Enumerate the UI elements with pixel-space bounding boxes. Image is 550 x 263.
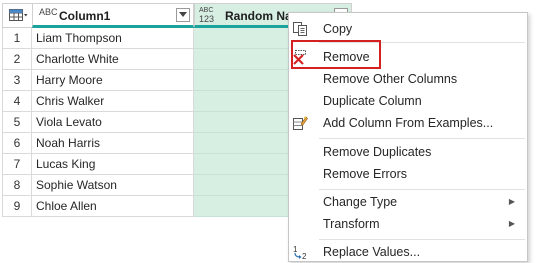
menu-label: Change Type	[323, 195, 398, 209]
menu-label: Copy	[323, 22, 353, 36]
menu-label: Add Column From Examples...	[323, 116, 494, 130]
any-type-icon[interactable]: ABC 123	[199, 7, 215, 24]
chevron-down-icon	[179, 12, 187, 17]
menu-label: Transform	[323, 217, 380, 231]
add-column-icon	[293, 116, 308, 130]
row-number[interactable]: 1	[2, 28, 32, 49]
table-options-button[interactable]	[2, 3, 32, 28]
cell-column1[interactable]: Chris Walker	[32, 91, 194, 112]
column-header-column1[interactable]: ABC Column1	[32, 3, 194, 28]
menu-label: Remove Duplicates	[323, 145, 432, 159]
menu-label: Duplicate Column	[323, 94, 422, 108]
menu-item-copy[interactable]: Copy	[289, 18, 527, 40]
column-title: Column1	[59, 9, 111, 23]
cell-column1[interactable]: Chloe Allen	[32, 196, 194, 217]
cell-column1[interactable]: Lucas King	[32, 154, 194, 175]
row-number[interactable]: 3	[2, 70, 32, 91]
menu-item-change-type[interactable]: Change Type ▶	[289, 191, 527, 213]
menu-label: Remove Other Columns	[323, 72, 458, 86]
row-number[interactable]: 9	[2, 196, 32, 217]
row-number[interactable]: 8	[2, 175, 32, 196]
menu-item-duplicate-column[interactable]: Duplicate Column	[289, 90, 527, 112]
menu-item-remove-errors[interactable]: Remove Errors	[289, 163, 527, 185]
cell-column1[interactable]: Harry Moore	[32, 70, 194, 91]
menu-item-remove-other-columns[interactable]: Remove Other Columns	[289, 68, 527, 90]
cell-column1[interactable]: Charlotte White	[32, 49, 194, 70]
submenu-arrow-icon: ▶	[508, 219, 515, 228]
menu-separator	[319, 138, 525, 139]
table-icon	[9, 9, 28, 21]
menu-item-add-column-from-examples[interactable]: Add Column From Examples...	[289, 112, 527, 134]
copy-icon	[293, 22, 307, 36]
svg-text:1: 1	[293, 245, 298, 254]
row-number[interactable]: 2	[2, 49, 32, 70]
row-number[interactable]: 4	[2, 91, 32, 112]
menu-item-replace-values[interactable]: 1 2 Replace Values...	[289, 241, 527, 263]
type-badge-bottom: 123	[199, 14, 215, 24]
menu-label: Replace Values...	[323, 245, 421, 259]
column-context-menu: Copy Remove Remove Other Columns Duplica…	[288, 12, 528, 262]
menu-separator	[319, 189, 525, 190]
menu-item-transform[interactable]: Transform ▶	[289, 213, 527, 235]
menu-item-remove-duplicates[interactable]: Remove Duplicates	[289, 141, 527, 163]
menu-label: Remove Errors	[323, 167, 408, 181]
cell-column1[interactable]: Liam Thompson	[32, 28, 194, 49]
row-number[interactable]: 7	[2, 154, 32, 175]
svg-text:2: 2	[302, 252, 307, 260]
highlight-box	[291, 40, 381, 69]
menu-separator	[319, 239, 525, 240]
submenu-arrow-icon: ▶	[508, 197, 515, 206]
cell-column1[interactable]: Noah Harris	[32, 133, 194, 154]
replace-values-icon: 1 2	[293, 245, 307, 260]
text-type-icon[interactable]: ABC	[39, 8, 58, 17]
cell-column1[interactable]: Viola Levato	[32, 112, 194, 133]
row-number[interactable]: 6	[2, 133, 32, 154]
row-number[interactable]: 5	[2, 112, 32, 133]
cell-column1[interactable]: Sophie Watson	[32, 175, 194, 196]
filter-dropdown-button[interactable]	[176, 8, 190, 22]
